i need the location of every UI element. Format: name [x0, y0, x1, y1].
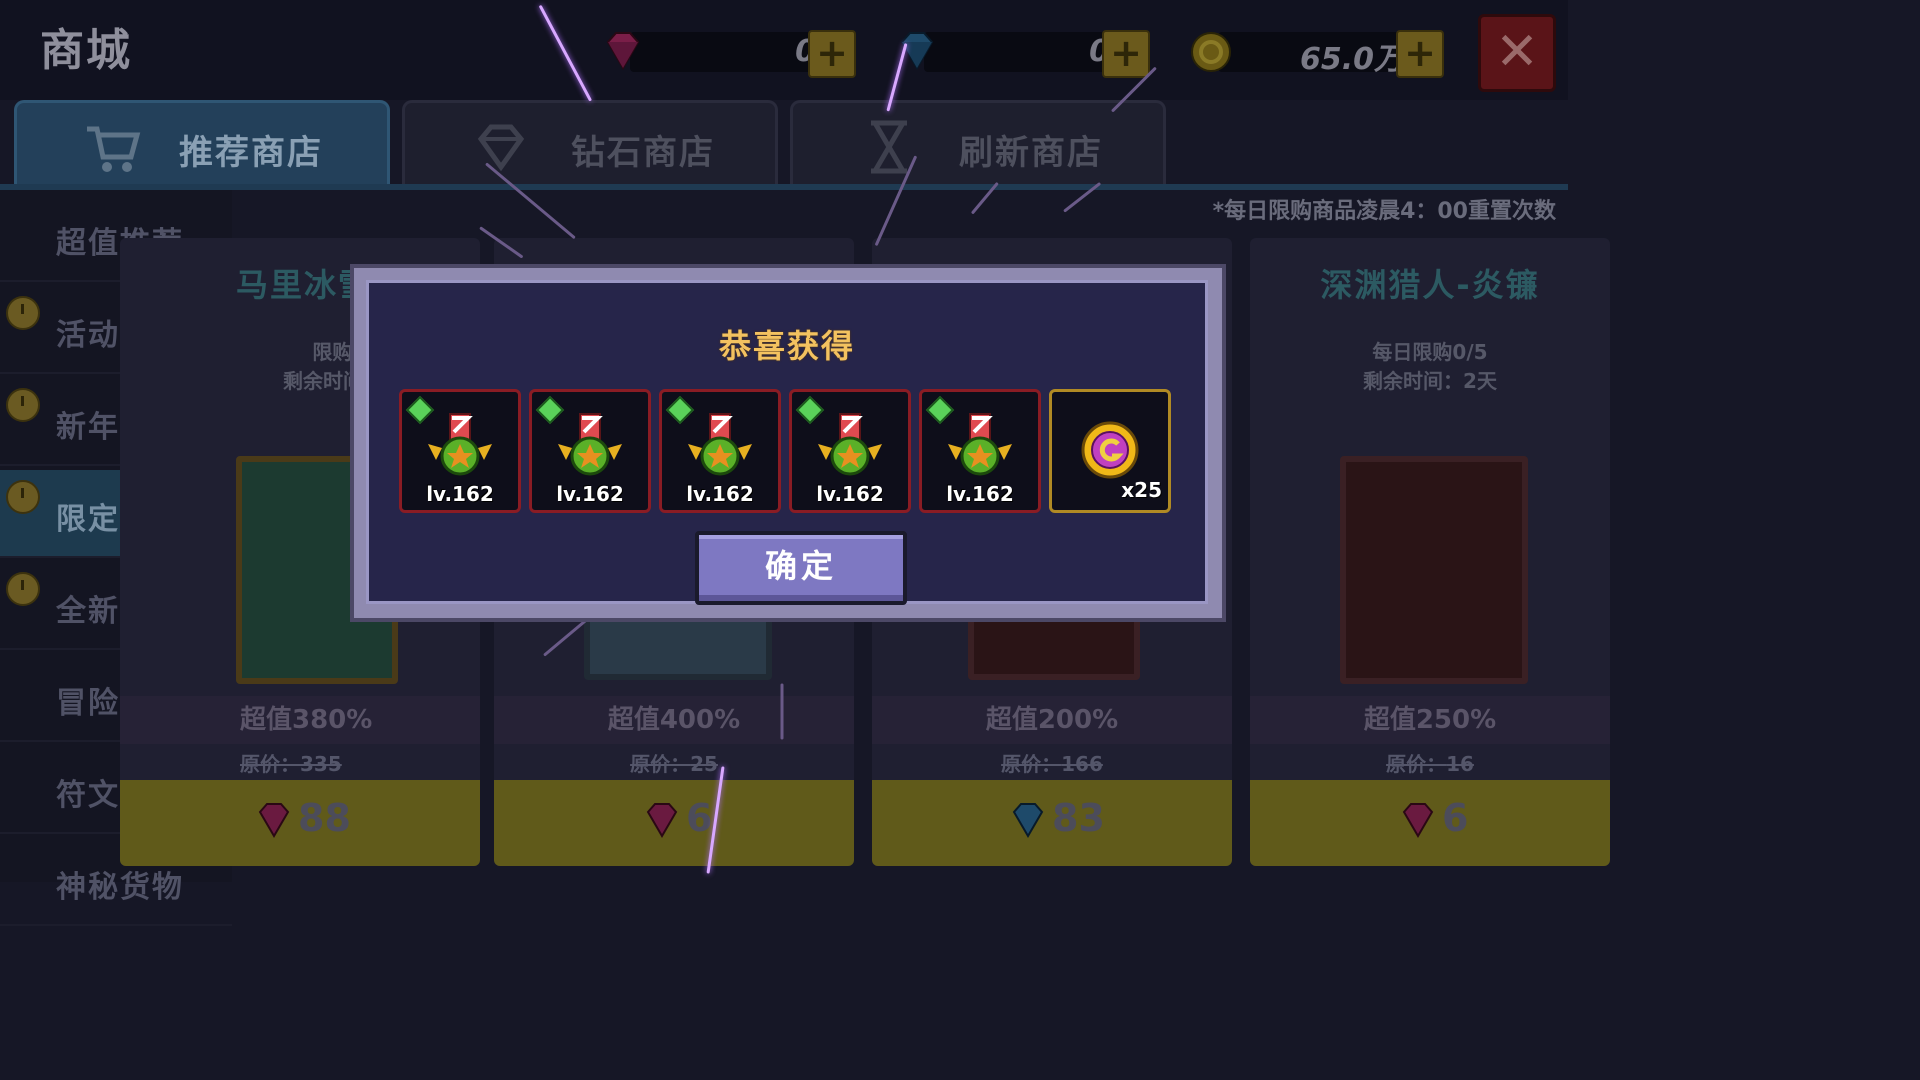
original-price: 原价：16 — [1386, 752, 1474, 776]
reward-slot[interactable]: lv.162 — [399, 389, 521, 513]
reward-slot[interactable]: lv.162 — [919, 389, 1041, 513]
buy-button[interactable]: 88 — [120, 780, 480, 866]
pink-gem-icon — [258, 803, 290, 838]
add-gold-button[interactable]: + — [1396, 30, 1444, 78]
coin-icon — [1081, 421, 1139, 479]
medal-icon — [688, 413, 752, 476]
reward-slot[interactable]: lv.162 — [529, 389, 651, 513]
purchase-limit: 每日限购0/5 剩余时间：2天 — [1363, 340, 1497, 393]
gold-coin-icon — [1191, 32, 1231, 72]
reward-slot[interactable]: x25 — [1049, 389, 1171, 513]
clock-icon — [6, 572, 40, 606]
deal-badge: 超值200% — [872, 696, 1232, 744]
price-value: 88 — [298, 796, 351, 840]
reward-slot[interactable]: lv.162 — [789, 389, 911, 513]
top-bar: 商城 0 + 0 + 65.0万 + ✕ — [0, 0, 1568, 100]
costume-artwork — [1340, 456, 1528, 684]
reward-level: lv.162 — [426, 482, 494, 506]
pink-gem-counter: 0 + — [600, 28, 856, 78]
original-price: 原价：335 — [240, 752, 342, 776]
sparkle-streak — [780, 683, 784, 740]
buy-button[interactable]: 6 — [1250, 780, 1610, 866]
clock-icon — [6, 388, 40, 422]
medal-icon — [818, 413, 882, 476]
price-value: 6 — [686, 796, 713, 840]
original-price: 原价：25 — [630, 752, 718, 776]
price-value: 83 — [1052, 796, 1105, 840]
add-blue-gem-button[interactable]: + — [1102, 30, 1150, 78]
tab-diamond-shop[interactable]: 钻石商店 — [402, 100, 778, 189]
clock-icon — [6, 480, 40, 514]
reward-count: x25 — [1121, 478, 1162, 502]
tab-refresh-shop[interactable]: 刷新商店 — [790, 100, 1166, 189]
reward-level: lv.162 — [816, 482, 884, 506]
diamond-icon — [477, 124, 525, 172]
tab-recommended-shop[interactable]: 推荐商店 — [14, 100, 390, 189]
medal-icon — [558, 413, 622, 476]
reward-dialog: 恭喜获得 lv.162 lv.162 lv.162 lv.162 lv.162 … — [350, 264, 1226, 622]
product-name: 深渊猎人-炎镰 — [1320, 266, 1540, 304]
pink-gem-icon — [1402, 803, 1434, 838]
original-price: 原价：166 — [1001, 752, 1103, 776]
pink-gem-icon — [646, 803, 678, 838]
tab-underline — [0, 184, 1568, 190]
blue-gem-icon — [1012, 803, 1044, 838]
deal-badge: 超值380% — [120, 696, 480, 744]
clock-icon — [6, 296, 40, 330]
buy-button[interactable]: 6 — [494, 780, 854, 866]
gold-coin-counter: 65.0万 + — [1188, 28, 1444, 78]
reward-dialog-title: 恭喜获得 — [718, 327, 855, 365]
reward-dialog-body: 恭喜获得 lv.162 lv.162 lv.162 lv.162 lv.162 … — [366, 280, 1208, 605]
buy-button[interactable]: 83 — [872, 780, 1232, 866]
daily-reset-notice: *每日限购商品凌晨4：00重置次数 — [1212, 199, 1556, 224]
deal-badge: 超值400% — [494, 696, 854, 744]
price-value: 6 — [1442, 796, 1469, 840]
reward-level: lv.162 — [556, 482, 624, 506]
product-card[interactable]: 深渊猎人-炎镰 每日限购0/5 剩余时间：2天 超值250% 原价：16 6 — [1250, 238, 1610, 866]
close-icon[interactable]: ✕ — [1478, 14, 1556, 92]
confirm-button[interactable]: 确定 — [695, 531, 907, 605]
blue-gem-counter: 0 + — [894, 28, 1150, 78]
shopping-cart-icon — [87, 126, 141, 172]
gold-coin-value: 65.0万 — [1299, 42, 1404, 77]
reward-slot[interactable]: lv.162 — [659, 389, 781, 513]
page-title: 商城 — [40, 25, 132, 76]
reward-level: lv.162 — [946, 482, 1014, 506]
medal-icon — [428, 413, 492, 476]
medal-icon — [948, 413, 1012, 476]
add-pink-gem-button[interactable]: + — [808, 30, 856, 78]
pink-gem-icon — [606, 32, 640, 71]
reward-level: lv.162 — [686, 482, 754, 506]
deal-badge: 超值250% — [1250, 696, 1610, 744]
